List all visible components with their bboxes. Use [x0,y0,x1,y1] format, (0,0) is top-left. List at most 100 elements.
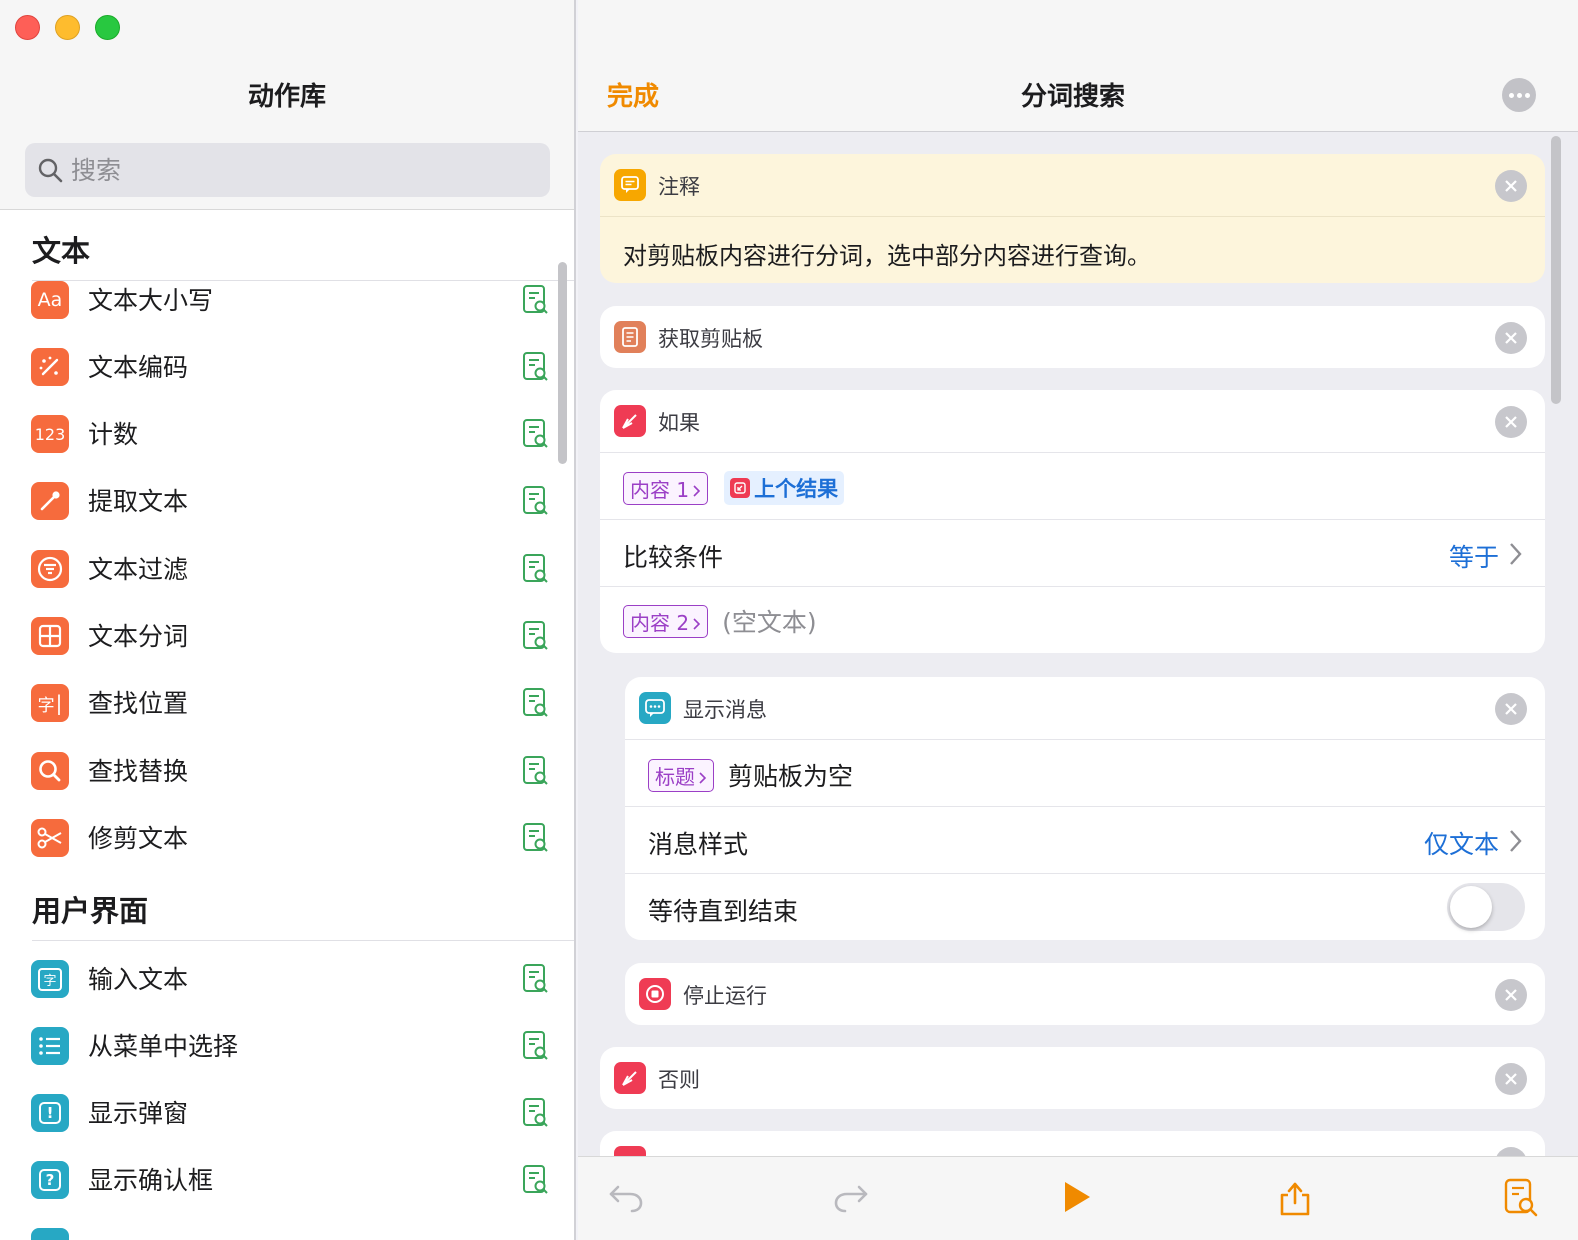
details-doc-icon[interactable] [521,1164,549,1196]
list-icon [31,1027,69,1065]
library-item-text-encode[interactable]: 文本编码 [0,338,574,398]
details-doc-icon[interactable] [521,963,549,995]
row-label: 等待直到结束 [648,897,799,926]
undo-icon[interactable] [606,1177,646,1217]
redo-icon[interactable] [831,1177,871,1217]
if-content2-row: 内容 2 (空文本) [600,586,1545,653]
workflow-editor-panel: 完成 分词搜索 注释 对剪贴板内容进行分词，选中部分内容进行查询。 获取剪贴板 … [578,0,1578,1240]
compare-condition-row[interactable]: 比较条件 等于 [600,519,1545,586]
card-header: 否则 [600,1047,1545,1109]
previous-result-variable[interactable]: 上个结果 [724,471,845,505]
details-doc-icon[interactable] [521,687,549,719]
card-header: 获取剪贴板 [600,306,1545,368]
compare-value[interactable]: 等于 [1449,538,1499,574]
message-title-parameter: 标题 剪贴板为空 [648,757,853,793]
library-item-label: 文本编码 [88,353,189,382]
library-item-ask-for-input[interactable]: 字 输入文本 [0,950,574,1010]
details-doc-icon[interactable] [521,351,549,383]
details-doc-icon[interactable] [521,755,549,787]
share-icon[interactable] [1275,1177,1315,1217]
comment-card[interactable]: 注释 对剪贴板内容进行分词，选中部分内容进行查询。 [600,154,1545,283]
content1-token[interactable]: 内容 1 [623,471,709,505]
library-item-show-confirm[interactable]: ? 显示确认框 [0,1151,574,1211]
token-label: 内容 2 [630,610,690,635]
library-header: 动作库 [0,0,574,210]
toggle-knob [1450,886,1492,928]
wait-until-finished-toggle[interactable] [1447,883,1525,931]
details-doc-icon[interactable] [521,553,549,585]
content2-token[interactable]: 内容 2 [623,604,709,638]
card-title: 显示消息 [683,698,767,722]
remove-action-button[interactable] [1495,693,1527,725]
details-doc-icon[interactable] [521,620,549,652]
library-scrollbar[interactable] [558,262,567,464]
stop-running-card[interactable]: 停止运行 [625,963,1545,1025]
details-doc-icon[interactable] [521,1097,549,1129]
remove-action-button[interactable] [1495,322,1527,354]
details-doc-icon[interactable] [521,485,549,517]
otherwise-card[interactable]: 否则 [600,1047,1545,1109]
remove-action-button[interactable] [1495,979,1527,1011]
card-title: 否则 [658,1068,700,1092]
library-item-find-position[interactable]: 字 | 查找位置 [0,674,574,734]
chevron-right-icon [1510,830,1522,852]
search-input[interactable] [71,143,531,197]
message-style-value[interactable]: 仅文本 [1424,825,1499,861]
action-library-icon[interactable] [1500,1177,1540,1217]
library-item-label: 输入文本 [88,965,189,994]
text-cursor-icon: 字 | [31,684,69,722]
library-item-extract-text[interactable]: 提取文本 [0,472,574,532]
details-doc-icon[interactable] [521,822,549,854]
editor-header: 完成 分词搜索 [578,0,1578,132]
library-item-split-text[interactable]: 文本分词 [0,607,574,667]
remove-action-button[interactable] [1495,170,1527,202]
stop-icon [639,978,671,1010]
show-message-card[interactable]: 显示消息 标题 剪贴板为空 消息样式 仅文本 等待直到结束 [625,677,1545,940]
details-doc-icon[interactable] [521,418,549,450]
library-item-text-filter[interactable]: 文本过滤 [0,540,574,600]
editor-scrollbar[interactable] [1551,136,1561,404]
search-field[interactable] [25,143,550,197]
remove-action-button[interactable] [1495,406,1527,438]
card-title: 获取剪贴板 [658,327,763,351]
title-token[interactable]: 标题 [648,758,714,792]
zoom-window-button[interactable] [95,15,120,40]
wait-until-finished-row: 等待直到结束 [625,873,1545,940]
partial-icon [31,1228,69,1240]
library-item-choose-from-menu[interactable]: 从菜单中选择 [0,1017,574,1077]
magic-wand-icon [31,348,69,386]
if-card[interactable]: 如果 内容 1 上个结果 比较条件 等于 内容 2 (空文本) [600,390,1545,653]
search-icon [38,158,63,183]
eyedropper-icon [31,482,69,520]
minimize-window-button[interactable] [55,15,80,40]
library-item-find-replace[interactable]: 查找替换 [0,742,574,802]
details-doc-icon[interactable] [521,284,549,316]
library-item-trim-text[interactable]: 修剪文本 [0,809,574,869]
chevron-right-icon [693,617,701,630]
library-item-count[interactable]: 123 计数 [0,405,574,465]
library-item-label: 查找位置 [88,689,189,718]
section-divider [32,940,574,941]
details-doc-icon[interactable] [521,1030,549,1062]
library-item-text-case[interactable]: Aa 文本大小写 [0,271,574,331]
get-clipboard-card[interactable]: 获取剪贴板 [600,306,1545,368]
library-item-show-alert[interactable]: ! 显示弹窗 [0,1084,574,1144]
more-options-button[interactable] [1502,78,1536,112]
comment-bubble-icon [614,169,646,201]
card-header: 停止运行 [625,963,1545,1025]
remove-action-button[interactable] [1495,1063,1527,1095]
search-icon [31,752,69,790]
play-icon[interactable] [1056,1177,1096,1217]
library-item-label: 显示确认框 [88,1166,214,1195]
card-title: 停止运行 [683,984,767,1008]
message-style-row[interactable]: 消息样式 仅文本 [625,806,1545,873]
message-title-value[interactable]: 剪贴板为空 [728,757,853,793]
library-item-label: 从菜单中选择 [88,1032,239,1061]
library-item-label: 查找替换 [88,757,189,786]
comment-text[interactable]: 对剪贴板内容进行分词，选中部分内容进行查询。 [623,236,1151,271]
section-title-ui: 用户界面 [32,894,149,928]
content2-value[interactable]: (空文本) [722,603,817,639]
library-item-label: 计数 [88,420,139,449]
row-label: 消息样式 [648,830,749,859]
close-window-button[interactable] [15,15,40,40]
